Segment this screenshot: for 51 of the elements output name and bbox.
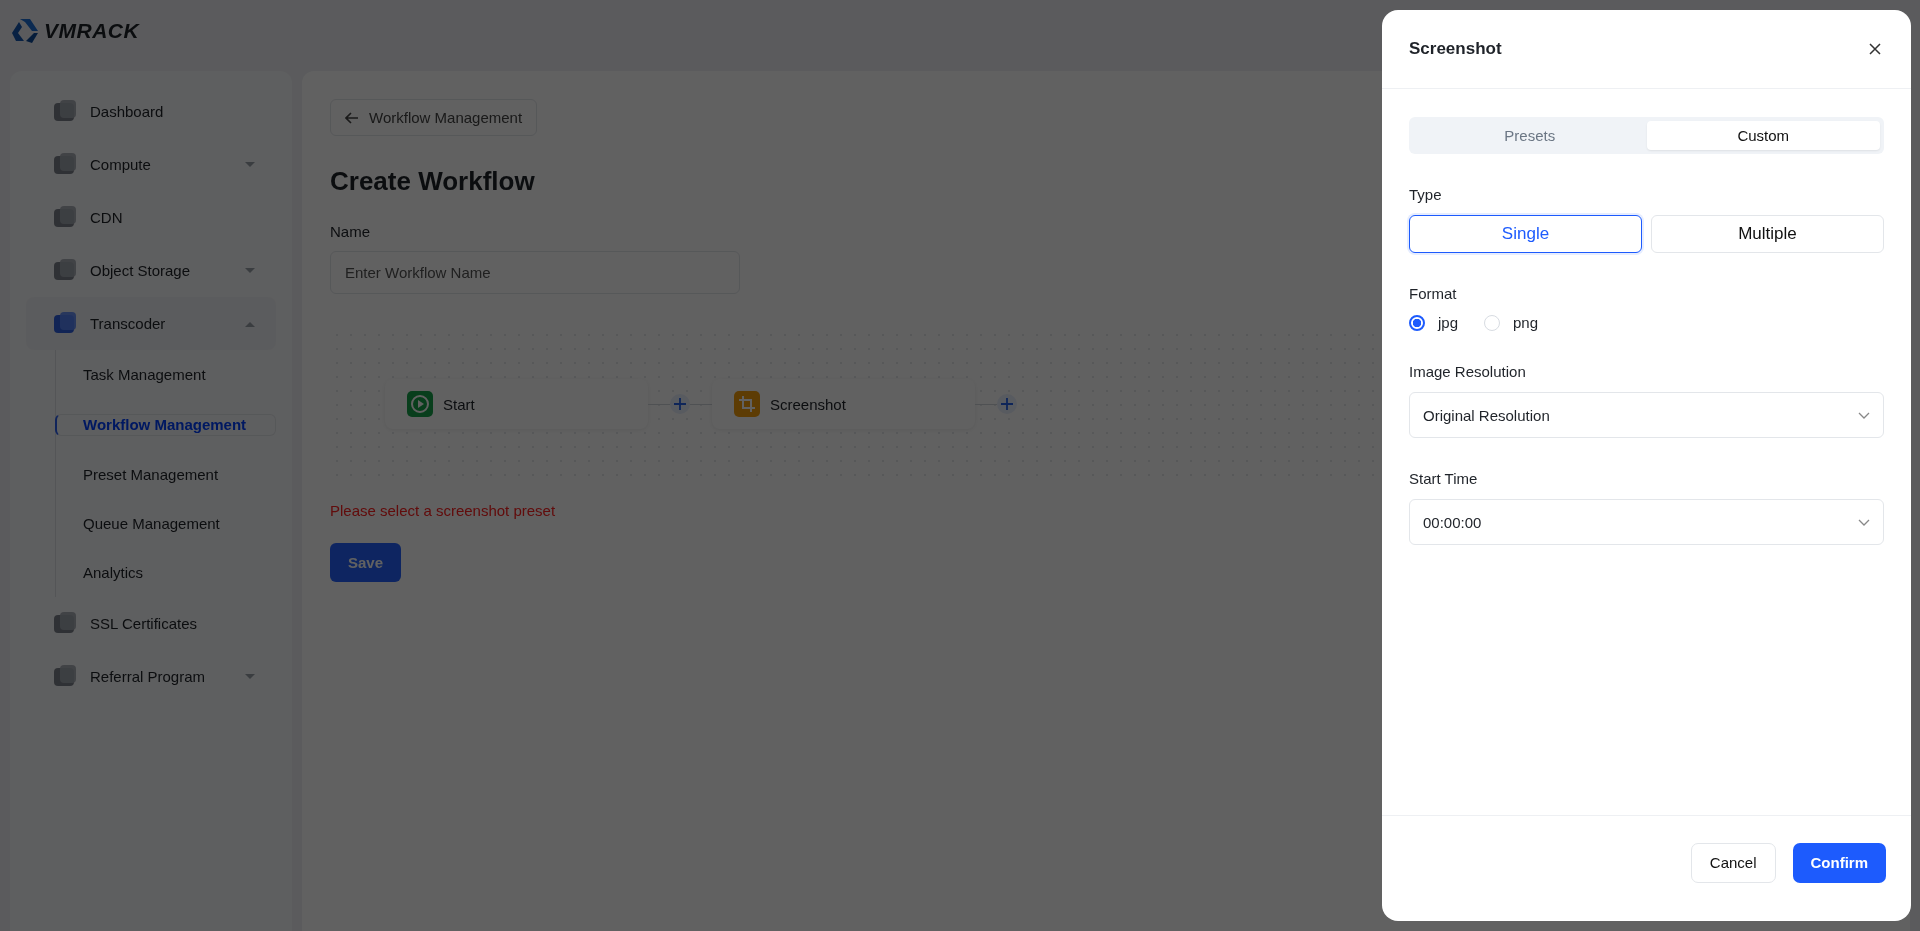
option-button[interactable]: Single [1409,215,1642,253]
nav-subitem[interactable]: Workflow Management [55,413,276,436]
radio-button[interactable] [1409,314,1425,331]
select-field[interactable]: 00:00:00 [1409,499,1884,545]
add-step-button[interactable] [670,394,690,414]
nav-subitem[interactable]: Queue Management [56,499,276,548]
nav-subitem[interactable]: Preset Management [56,450,276,499]
chevron-down-icon [1858,411,1870,419]
play-icon [407,391,433,417]
workflow-node[interactable]: Screenshot [712,379,975,429]
radio-option[interactable]: jpg [1409,314,1459,331]
page-title: Create Workflow [330,166,535,197]
input-field[interactable]: Enter Workflow Name [330,251,740,294]
option-button[interactable]: Multiple [1651,215,1884,253]
chevron-down-icon [1858,518,1870,526]
nav-subitem[interactable]: Analytics [56,548,276,597]
nav-item[interactable]: Referral Program [26,650,276,703]
tab[interactable]: Presets [1413,121,1647,150]
field-label: Name [330,223,370,240]
back-link[interactable]: Workflow Management [330,99,538,136]
select-field[interactable]: Original Resolution [1409,392,1884,438]
nav-item[interactable]: CDN [26,191,276,244]
workflow-node[interactable]: Start [385,379,648,429]
drawer-title: Screenshot [1409,39,1502,59]
confirm-button[interactable]: Confirm [1792,842,1886,883]
nav-item[interactable]: Compute [26,138,276,191]
nav-item[interactable]: SSL Certificates [26,597,276,650]
save-button[interactable]: Save [330,543,401,582]
nav-item[interactable]: Dashboard [26,85,276,138]
error-message: Please select a screenshot preset [330,502,556,519]
field-label: Start Time [1409,470,1479,487]
plus-icon [1001,398,1013,410]
chevron-icon [244,319,256,328]
crop-icon [734,391,760,417]
plus-icon [674,398,686,410]
field-label: Image Resolution [1409,363,1527,380]
tab[interactable]: Custom [1646,121,1880,150]
chevron-icon [244,672,256,681]
cancel-button[interactable]: Cancel [1690,842,1776,883]
field-label: Type [1409,186,1443,203]
logo-text: VMRACK [44,18,140,43]
add-step-button[interactable] [997,394,1017,414]
chevron-icon [244,266,256,275]
nav-item[interactable]: Object Storage [26,244,276,297]
back-arrow-icon [345,111,359,124]
logo-icon [10,16,40,45]
radio-option[interactable]: png [1484,314,1539,331]
field-label: Format [1409,285,1458,302]
close-icon [1869,43,1881,55]
chevron-icon [244,160,256,169]
nav-subitem[interactable]: Task Management [56,350,276,399]
